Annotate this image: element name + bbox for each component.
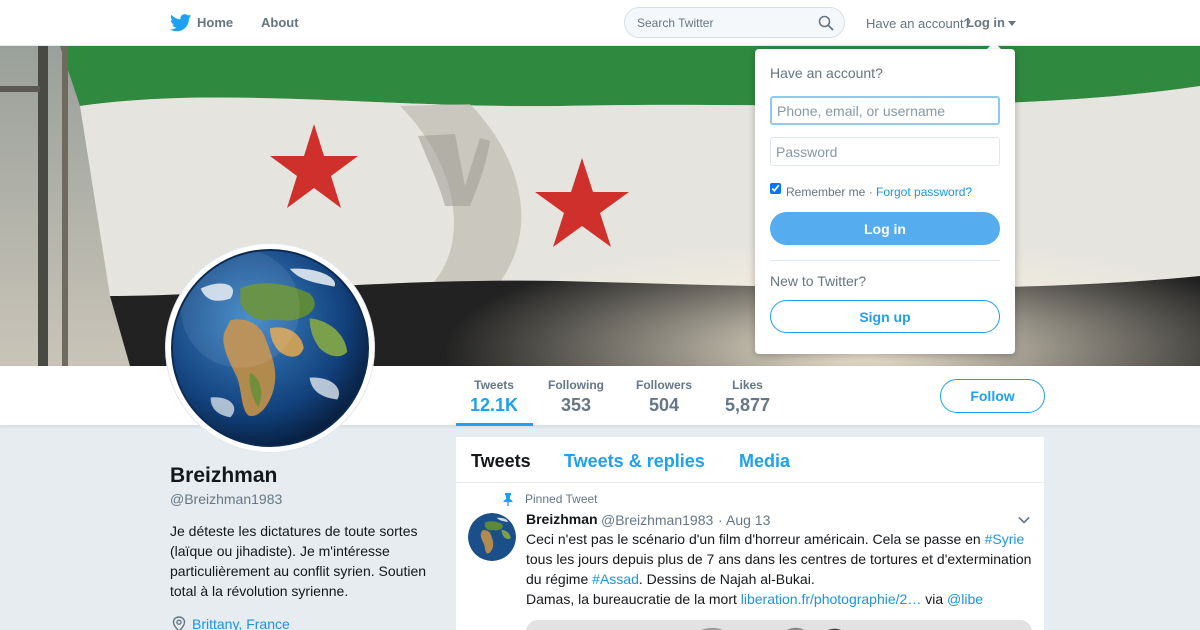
nav-home-link[interactable]: Home [197, 15, 233, 30]
tweet-avatar[interactable] [468, 513, 516, 561]
caret-down-icon[interactable] [1008, 21, 1016, 26]
top-navigation-bar: Home About Have an account? Log in [0, 0, 1200, 46]
tweet-separator: · [718, 512, 723, 528]
stat-label: Likes [732, 378, 763, 392]
have-account-text: Have an account? [866, 16, 971, 31]
new-to-twitter-text: New to Twitter? [770, 273, 867, 289]
stat-tweets[interactable]: Tweets 12.1K [470, 378, 518, 416]
hashtag-link[interactable]: #Assad [592, 571, 639, 587]
tab-tweets-and-replies[interactable]: Tweets & replies [564, 451, 705, 472]
tweet-text: Ceci n'est pas le scénario d'un film d'h… [526, 529, 1036, 609]
profile-name[interactable]: Breizhman [170, 464, 277, 488]
dropdown-title: Have an account? [770, 65, 883, 81]
stat-likes[interactable]: Likes 5,877 [725, 378, 770, 416]
stat-followers[interactable]: Followers 504 [636, 378, 692, 416]
search-icon[interactable] [818, 15, 834, 31]
active-stat-indicator [456, 423, 533, 426]
login-link[interactable]: Log in [966, 15, 1005, 30]
nav-about-link[interactable]: About [261, 15, 299, 30]
tab-media[interactable]: Media [739, 451, 790, 472]
stat-following[interactable]: Following 353 [548, 378, 604, 416]
tweet-author-handle[interactable]: @Breizhman1983 [601, 512, 713, 528]
timeline-tabs: Tweets Tweets & replies Media [456, 437, 1044, 483]
stat-value: 353 [560, 395, 592, 415]
timeline: Tweets Tweets & replies Media Pinned Twe… [456, 437, 1044, 630]
tweet-text-part: Damas, la bureaucratie de la mort [526, 591, 741, 607]
chevron-down-icon[interactable] [1018, 516, 1030, 524]
forgot-password-link[interactable]: Forgot password? [876, 185, 972, 199]
tweet-author-name[interactable]: Breizhman [526, 511, 598, 527]
stat-label: Tweets [474, 378, 514, 392]
twitter-bird-icon[interactable] [170, 14, 192, 32]
stat-label: Following [548, 378, 604, 392]
stat-value: 12.1K [470, 395, 519, 415]
earth-avatar-image [171, 249, 369, 447]
hashtag-link[interactable]: #Syrie [985, 531, 1025, 547]
login-button[interactable]: Log in [770, 212, 1000, 245]
login-dropdown: Have an account? Remember me · Forgot pa… [755, 49, 1015, 354]
profile-bio: Je déteste les dictatures de toute sorte… [170, 523, 427, 599]
location-pin-icon [172, 616, 186, 630]
profile-handle[interactable]: @Breizhman1983 [170, 491, 282, 507]
username-field[interactable] [770, 96, 1000, 125]
remember-me-label[interactable]: Remember me · [786, 185, 873, 199]
profile-location[interactable]: Brittany, France [192, 616, 290, 630]
profile-avatar[interactable] [165, 243, 375, 453]
tweet-media-image [526, 620, 1032, 630]
earth-avatar-image [468, 513, 516, 561]
url-link[interactable]: liberation.fr/photographie/2… [741, 591, 922, 607]
mention-link[interactable]: @libe [947, 591, 983, 607]
tweet-text-part: . Dessins de Najah al-Bukai. [638, 571, 815, 587]
stat-label: Followers [636, 378, 693, 392]
password-field[interactable] [770, 137, 1000, 166]
remember-me-checkbox[interactable] [770, 183, 781, 194]
tweet-date[interactable]: Aug 13 [726, 512, 770, 528]
tweet-media-preview[interactable] [526, 620, 1032, 630]
search-box [624, 7, 845, 38]
stat-value: 5,877 [725, 395, 771, 415]
pin-icon [503, 493, 513, 506]
search-input[interactable] [625, 8, 815, 37]
tweet-text-part: Ceci n'est pas le scénario d'un film d'h… [526, 531, 985, 547]
tab-tweets[interactable]: Tweets [471, 451, 531, 472]
pinned-tweet-label: Pinned Tweet [525, 492, 598, 506]
dropdown-divider [770, 260, 1000, 261]
signup-button[interactable]: Sign up [770, 300, 1000, 333]
stat-value: 504 [648, 395, 680, 415]
follow-button[interactable]: Follow [940, 379, 1045, 413]
tweet-text-part: via [921, 591, 948, 607]
